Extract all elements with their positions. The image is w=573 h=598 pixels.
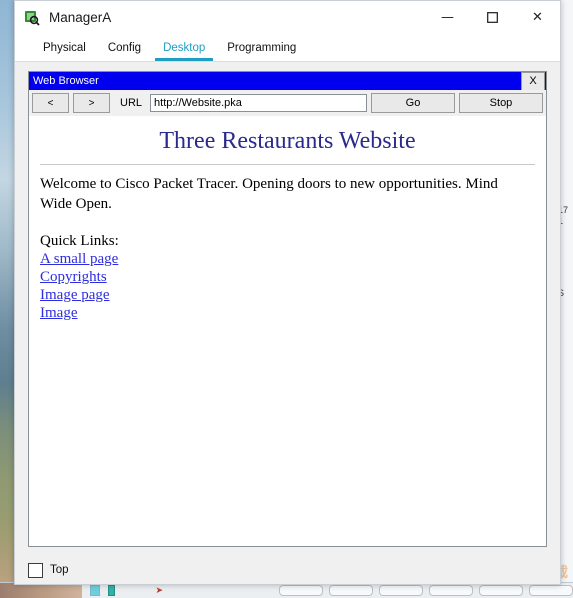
taskbar-button[interactable] xyxy=(479,585,523,596)
stop-button[interactable]: Stop xyxy=(459,93,543,113)
taskbar-button[interactable] xyxy=(429,585,473,596)
web-browser-panel: Web Browser X < > URL Go Stop Three Rest… xyxy=(28,71,547,547)
minimize-button[interactable]: — xyxy=(425,1,470,34)
device-footer: Top xyxy=(15,556,560,584)
tab-desktop[interactable]: Desktop xyxy=(152,42,216,61)
device-tabs: Physical Config Desktop Programming xyxy=(15,34,560,62)
device-body: Web Browser X < > URL Go Stop Three Rest… xyxy=(15,62,560,556)
browser-navigation-bar: < > URL Go Stop xyxy=(29,90,546,116)
taskbar-button[interactable] xyxy=(379,585,423,596)
browser-titlebar[interactable]: Web Browser X xyxy=(29,72,546,91)
browser-title: Web Browser xyxy=(33,75,99,87)
maximize-button[interactable] xyxy=(470,1,515,34)
taskbar-button[interactable] xyxy=(529,585,573,596)
packet-tracer-icon xyxy=(24,10,40,26)
window-controls: — ✕ xyxy=(425,1,560,34)
device-window: ManagerA — ✕ Physical Config Desktop Pro… xyxy=(14,0,561,585)
maximize-icon xyxy=(487,12,498,23)
top-checkbox[interactable] xyxy=(28,562,43,578)
page-title: Three Restaurants Website xyxy=(159,128,416,154)
link-image-page[interactable]: Image page xyxy=(40,286,110,304)
taskbar-icon[interactable] xyxy=(90,585,100,596)
quick-links-label: Quick Links: xyxy=(40,233,119,249)
link-image[interactable]: Image xyxy=(40,304,77,322)
browser-page-view: Three Restaurants Website Welcome to Cis… xyxy=(29,116,546,546)
page-paragraph: Welcome to Cisco Packet Tracer. Opening … xyxy=(40,176,498,212)
window-title: ManagerA xyxy=(49,10,112,25)
url-input[interactable] xyxy=(150,94,367,112)
go-button[interactable]: Go xyxy=(371,93,455,113)
back-button[interactable]: < xyxy=(32,93,69,113)
taskbar-wallpaper-strip xyxy=(0,583,83,598)
link-a-small-page[interactable]: A small page xyxy=(40,250,118,268)
cursor-arrow-icon: ➤ xyxy=(155,585,163,595)
tab-config[interactable]: Config xyxy=(97,42,152,61)
top-checkbox-label: Top xyxy=(50,564,69,576)
tab-physical[interactable]: Physical xyxy=(32,42,97,61)
forward-button[interactable]: > xyxy=(73,93,110,113)
link-copyrights[interactable]: Copyrights xyxy=(40,268,107,286)
url-label: URL xyxy=(120,97,143,109)
taskbar-button[interactable] xyxy=(279,585,323,596)
taskbar-button-group[interactable] xyxy=(273,585,573,596)
tab-programming[interactable]: Programming xyxy=(216,42,307,61)
taskbar-button[interactable] xyxy=(329,585,373,596)
page-divider xyxy=(40,164,535,165)
window-titlebar[interactable]: ManagerA — ✕ xyxy=(15,1,560,34)
taskbar-icon[interactable] xyxy=(107,585,116,596)
close-button[interactable]: ✕ xyxy=(515,1,560,34)
browser-close-button[interactable]: X xyxy=(521,72,545,91)
